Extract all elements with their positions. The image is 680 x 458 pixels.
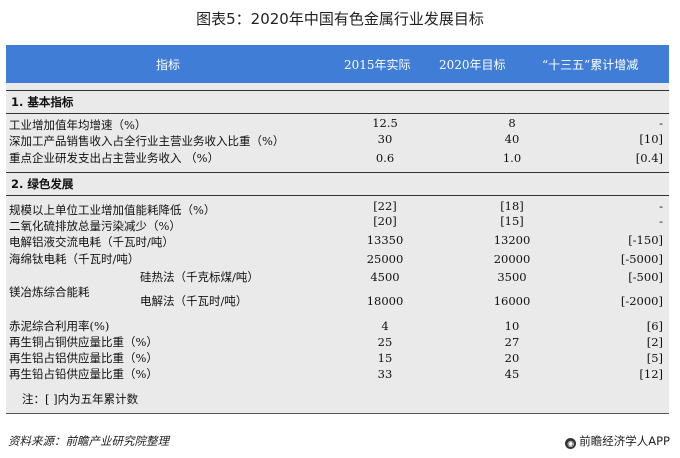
value-cumulative: - [659,116,663,130]
row-name: 赤泥综合利用率(%) [9,319,110,333]
value-2015: [20] [373,214,397,228]
value-2020: [18] [500,199,524,213]
value-2020: 40 [504,132,520,146]
header-indicator: 指标 [156,58,181,72]
value-2015: 30 [377,132,393,146]
brand-label: ◉ 前瞻经济学人APP [565,433,670,449]
row-name: 工业增加值年均增速（%） [9,118,147,132]
table-header: 指标 2015年实际 2020年目标 “十三五”累计增减 [6,45,669,83]
section-label: 1. 基本指标 [11,95,74,109]
value-2015: 4 [381,319,389,333]
value-2020: 13200 [493,233,531,247]
brand-icon: ◉ [565,438,577,449]
value-2015: 25 [377,335,393,349]
row-name: 深加工产品销售收入占全行业主营业务收入比重（%） [9,134,285,148]
value-2015: 12.5 [372,116,398,130]
row-name: 电解铝液交流电耗（千瓦时/吨） [9,235,174,249]
row-name: 规模以上单位工业增加值能耗降低（%） [9,203,216,217]
sub-row-name: 电解法（千瓦时/吨） [140,294,248,308]
value-2020: 3500 [497,270,527,284]
section-header: 2. 绿色发展 [6,172,669,196]
value-cumulative: [6] [646,319,663,333]
table-note: 注：[ ]内为五年累计数 [22,392,139,406]
value-cumulative: [2] [646,335,663,349]
magnesium-row-name: 镁冶炼综合能耗 [9,285,90,299]
header-2020: 2020年目标 [439,58,506,72]
value-2020: 20 [504,351,520,365]
value-2020: 45 [504,367,520,381]
value-cumulative: [10] [639,132,663,146]
value-2020: 10 [504,319,520,333]
chart-title: 图表5：2020年中国有色金属行业发展目标 [196,10,484,28]
value-cumulative: [-150] [628,233,663,247]
value-cumulative: [5] [646,351,663,365]
value-2015: [22] [373,199,397,213]
row-name: 二氧化硫排放总量污染减少（%） [9,219,181,233]
value-2015: 15 [377,351,393,365]
value-2020: 1.0 [502,151,522,165]
row-name: 再生铅占铅供应量比重（%） [9,367,158,381]
source-text: 资料来源：前瞻产业研究院整理 [8,434,169,448]
value-cumulative: [-500] [628,270,663,284]
value-cumulative: - [659,214,663,228]
brand-text: 前瞻经济学人APP [579,434,670,448]
value-2020: [15] [500,214,524,228]
value-2020: 16000 [493,294,531,308]
sub-row-name: 硅热法（千克标煤/吨） [140,270,259,284]
header-2015: 2015年实际 [344,58,411,72]
section-header: 1. 基本指标 [6,90,669,114]
row-name: 再生铝占铝供应量比重（%） [9,351,158,365]
value-2015: 4500 [370,270,400,284]
value-cumulative: - [659,199,663,213]
value-2015: 33 [377,367,393,381]
row-name: 再生铜占铜供应量比重（%） [9,335,158,349]
value-2020: 27 [504,335,520,349]
value-cumulative: [-2000] [620,294,663,308]
value-cumulative: [-5000] [620,252,663,266]
value-2015: 18000 [366,294,404,308]
value-2015: 13350 [366,233,404,247]
row-name: 重点企业研发支出占主营业务收入 （%） [9,151,220,165]
value-cumulative: [0.4] [635,151,663,165]
value-2015: 25000 [366,252,404,266]
value-2020: 20000 [493,252,531,266]
value-2015: 0.6 [375,151,395,165]
header-cumulative: “十三五”累计增减 [542,58,639,72]
row-name: 海绵钛电耗（千瓦时/吨） [9,252,140,266]
section-label: 2. 绿色发展 [11,177,74,191]
divider [6,413,669,414]
value-2020: 8 [508,116,516,130]
value-cumulative: [12] [639,367,663,381]
